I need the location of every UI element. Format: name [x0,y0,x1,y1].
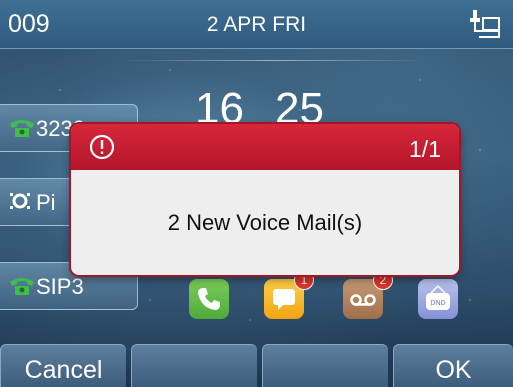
popup-header: 1/1 [71,124,459,170]
popup-counter: 1/1 [409,136,441,162]
clock-divider [120,60,430,61]
softkey-bar: Cancel OK [0,344,513,387]
line-key-label: Pi [36,190,56,215]
app-phone[interactable] [189,279,229,319]
phone-icon [10,278,34,295]
phone-screen: 009 2 APR FRI 16 25 3232 Pi SIP3 DND 1 2… [0,0,513,387]
phone-icon [198,288,220,310]
softkey-2[interactable] [131,344,257,387]
softkey-cancel[interactable]: Cancel [0,344,126,387]
network-lan-icon [470,10,500,38]
date-label: 2 APR FRI [206,13,307,36]
phone-icon [10,120,34,137]
softkey-3[interactable] [262,344,388,387]
voicemail-notification-popup[interactable]: 1/1 2 New Voice Mail(s) [71,124,459,275]
app-dnd[interactable]: DND [418,279,458,319]
intercom-icon [10,193,30,209]
alert-icon [89,134,115,160]
status-bar: 009 2 APR FRI [0,0,513,49]
line-key-label: SIP3 [36,274,84,299]
softkey-ok[interactable]: OK [393,344,513,387]
popup-message: 2 New Voice Mail(s) [167,210,363,235]
dnd-icon: DND [426,285,450,310]
dnd-label: DND [430,300,445,307]
